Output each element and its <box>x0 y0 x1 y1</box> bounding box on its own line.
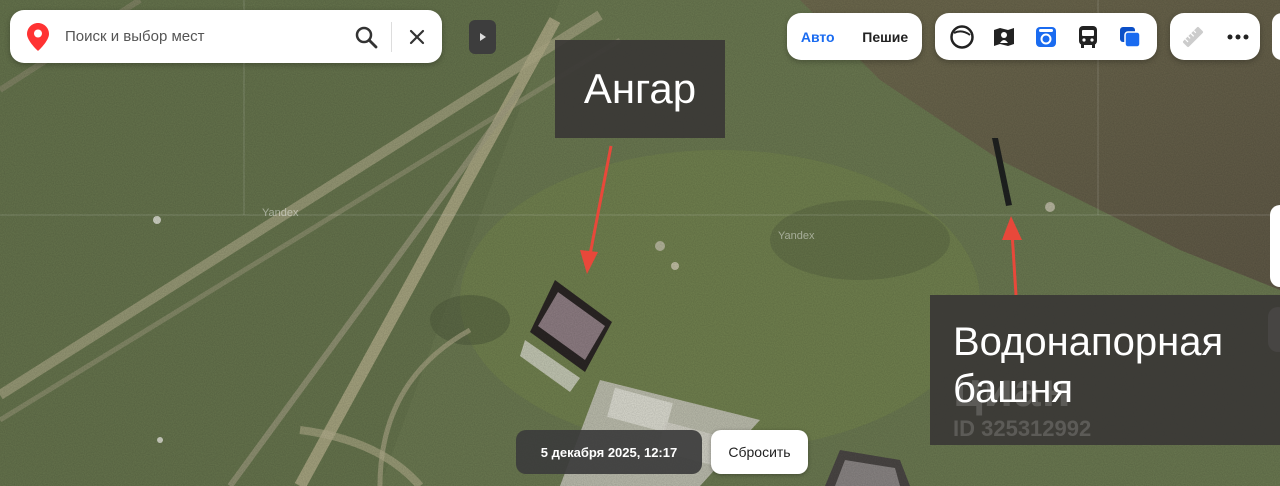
play-arrow-icon <box>479 33 486 41</box>
collapse-panel-button[interactable] <box>469 20 496 54</box>
zoom-control[interactable] <box>1270 205 1280 287</box>
auto-route-button[interactable]: Авто <box>801 29 835 45</box>
search-bar[interactable]: Поиск и выбор мест <box>10 10 442 63</box>
circle-layer-button[interactable] <box>947 22 977 52</box>
imagery-date-button[interactable]: 5 декабря 2025, 12:17 <box>516 430 702 474</box>
routing-modes: Авто Пешие <box>787 13 922 60</box>
map-watermark-yandex: Yandex <box>778 230 815 242</box>
location-pin-icon <box>27 22 49 51</box>
walk-route-button[interactable]: Пешие <box>862 29 908 45</box>
map-watermark-yandex: Yandex <box>262 207 299 219</box>
panorama-button[interactable] <box>989 22 1019 52</box>
layers-icon <box>1120 26 1141 48</box>
ruler-button[interactable] <box>1178 22 1208 52</box>
tools-toolbar <box>1170 13 1260 60</box>
cian-watermark-id: ID 325312992 <box>953 416 1092 441</box>
bus-icon <box>1079 25 1097 48</box>
water-tower-label-line1: Водонапорная <box>953 320 1224 364</box>
more-button[interactable] <box>1223 22 1253 52</box>
clear-button[interactable] <box>392 10 442 63</box>
ruler-icon <box>1182 26 1203 47</box>
reset-button[interactable]: Сбросить <box>711 430 808 474</box>
panorama-icon <box>994 27 1014 46</box>
more-icon <box>1227 34 1248 39</box>
cian-watermark: циан ID 325312992 <box>953 366 1091 442</box>
search-button[interactable] <box>341 10 391 63</box>
transport-button[interactable] <box>1073 22 1103 52</box>
offscreen-panel[interactable] <box>1272 13 1280 60</box>
close-icon <box>409 29 425 44</box>
layers-toolbar <box>935 13 1157 60</box>
camera-icon <box>1036 26 1056 47</box>
search-input[interactable]: Поиск и выбор мест <box>65 28 341 45</box>
map-layers-button[interactable] <box>1115 22 1145 52</box>
circle-layer-icon <box>950 24 974 49</box>
cian-watermark-brand: циан <box>953 364 1072 417</box>
search-icon <box>355 26 378 48</box>
hangar-label: Ангар <box>555 40 725 138</box>
photo-layer-button[interactable] <box>1031 22 1061 52</box>
